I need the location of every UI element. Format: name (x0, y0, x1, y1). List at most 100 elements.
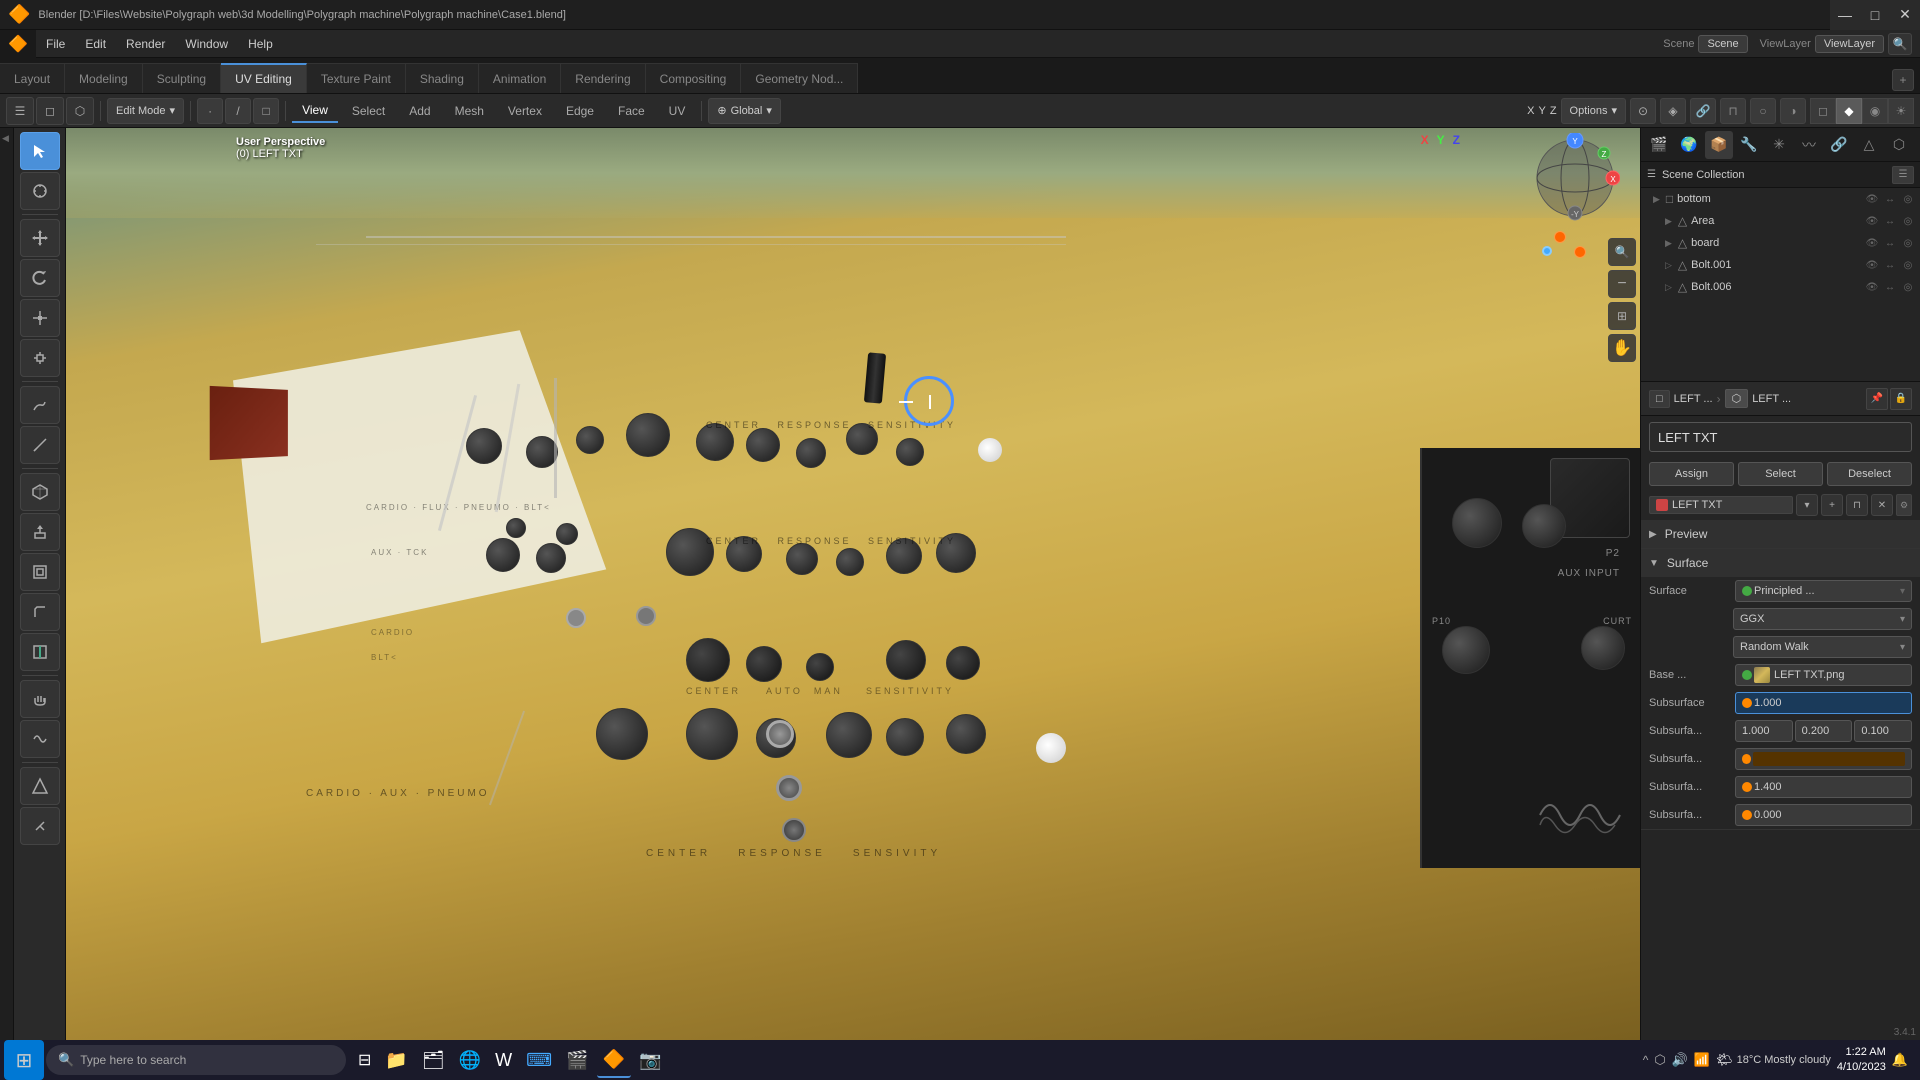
tab-geometry-nodes[interactable]: Geometry Nod... (741, 63, 858, 93)
clock-date[interactable]: 1:22 AM 4/10/2023 (1837, 1045, 1886, 1076)
mat-settings-btn[interactable]: ⚙ (1896, 494, 1912, 516)
vis-bolt001-1[interactable]: 👁 (1864, 257, 1880, 273)
task-view-btn[interactable]: ⊟ (352, 1042, 377, 1078)
rp-icon-material[interactable]: ⬡ (1885, 131, 1913, 159)
rp-icon-particles[interactable]: ✳ (1765, 131, 1793, 159)
tool-toggle-btn[interactable]: ☰ (6, 97, 34, 125)
grab-view-btn[interactable]: ✋ (1608, 334, 1636, 362)
shading-wire-btn[interactable]: ◻ (1810, 98, 1836, 124)
subsurfa1-val3[interactable]: 0.100 (1854, 720, 1912, 742)
falloff-btn[interactable]: ○ (1750, 98, 1776, 124)
frame-btn[interactable]: ⊞ (1608, 302, 1636, 330)
surface-header[interactable]: ▼ Surface (1641, 549, 1920, 577)
tab-sculpting[interactable]: Sculpting (143, 63, 221, 93)
shading-mode-btn[interactable]: ◑ (1780, 98, 1806, 124)
tool-pointer[interactable] (20, 132, 60, 170)
mat-delete-btn[interactable]: ✕ (1871, 494, 1893, 516)
vscode-btn[interactable]: ⌨ (520, 1042, 558, 1078)
vis-bolt006-1[interactable]: 👁 (1864, 279, 1880, 295)
vis-board-1[interactable]: 👁 (1864, 235, 1880, 251)
outliner-item-board[interactable]: ▶ △ board 👁 ↔ ◎ (1641, 232, 1920, 254)
rp-icon-object[interactable]: 📦 (1705, 131, 1733, 159)
tool-inset[interactable] (20, 553, 60, 591)
tool-scale[interactable] (20, 299, 60, 337)
edge-select-btn[interactable]: / (225, 98, 251, 124)
outliner-item-bolt006[interactable]: ▷ △ Bolt.006 👁 ↔ ◎ (1641, 276, 1920, 298)
minimize-button[interactable]: — (1830, 0, 1860, 30)
tool-transform[interactable] (20, 339, 60, 377)
subsurface-value[interactable]: 1.000 (1735, 692, 1912, 714)
outliner-item-bottom[interactable]: ▶ □ bottom 👁 ↔ ◎ (1641, 188, 1920, 210)
options-btn[interactable]: Options ▾ (1561, 98, 1626, 124)
vis-bolt006-3[interactable]: ◎ (1900, 279, 1916, 295)
vis-icon-1[interactable]: 👁 (1864, 191, 1880, 207)
tab-layout[interactable]: Layout (0, 63, 65, 93)
mat-name-field[interactable]: LEFT TXT (1649, 496, 1793, 514)
start-button[interactable]: ⊞ (4, 1040, 44, 1080)
notification-btn[interactable]: 🔔 (1892, 1052, 1908, 1068)
file-explorer-btn[interactable]: 📁 (379, 1042, 413, 1078)
nav-uv[interactable]: UV (659, 99, 696, 123)
ggx-selector[interactable]: GGX ▾ (1733, 608, 1912, 630)
maximize-button[interactable]: □ (1860, 0, 1890, 30)
subsurfa1-val2[interactable]: 0.200 (1795, 720, 1853, 742)
nav-vertex[interactable]: Vertex (498, 99, 552, 123)
tool-annotate[interactable] (20, 386, 60, 424)
vert-select-btn[interactable]: · (197, 98, 223, 124)
lock-icon[interactable]: 🔒 (1890, 388, 1912, 410)
media-btn[interactable]: 🎬 (560, 1042, 594, 1078)
word-btn[interactable]: W (489, 1042, 518, 1078)
tab-compositing[interactable]: Compositing (646, 63, 742, 93)
select-button[interactable]: Select (1738, 462, 1823, 486)
search-icon-btn[interactable]: 🔍 (1888, 33, 1912, 55)
vis-area-3[interactable]: ◎ (1900, 213, 1916, 229)
tool-bevel[interactable] (20, 593, 60, 631)
vis-area-1[interactable]: 👁 (1864, 213, 1880, 229)
outliner-filter-btn[interactable]: ☰ (1892, 166, 1914, 184)
nav-add[interactable]: Add (399, 99, 440, 123)
tool-grab[interactable] (20, 680, 60, 718)
tool-snap[interactable] (20, 767, 60, 805)
tool-rotate[interactable] (20, 259, 60, 297)
shading-material-btn[interactable]: ◉ (1862, 98, 1888, 124)
vis-bolt001-3[interactable]: ◎ (1900, 257, 1916, 273)
vis-bolt001-2[interactable]: ↔ (1882, 257, 1898, 273)
extra-btn[interactable]: 📷 (633, 1042, 667, 1078)
random-walk-selector[interactable]: Random Walk ▾ (1733, 636, 1912, 658)
snap-toggle-btn[interactable]: 🔗 (1690, 98, 1716, 124)
tool-extrude[interactable] (20, 513, 60, 551)
menu-render[interactable]: Render (116, 30, 175, 58)
face-select-btn[interactable]: □ (253, 98, 279, 124)
gizmo-toggle-btn[interactable]: ◈ (1660, 98, 1686, 124)
zoom-out-btn[interactable]: − (1608, 270, 1636, 298)
mat-new-btn[interactable]: + (1821, 494, 1843, 516)
scene-selector[interactable]: Scene (1698, 35, 1747, 53)
tray-icon-network[interactable]: 📶 (1694, 1052, 1710, 1068)
tab-uv-editing[interactable]: UV Editing (221, 63, 307, 93)
tool-move[interactable] (20, 219, 60, 257)
nav-select[interactable]: Select (342, 99, 395, 123)
tray-icon-1[interactable]: ⬡ (1654, 1052, 1665, 1068)
nav-view[interactable]: View (292, 99, 338, 123)
menu-file[interactable]: File (36, 30, 75, 58)
vis-board-3[interactable]: ◎ (1900, 235, 1916, 251)
vis-area-2[interactable]: ↔ (1882, 213, 1898, 229)
overlay-toggle-btn[interactable]: ⊙ (1630, 98, 1656, 124)
menu-window[interactable]: Window (175, 30, 238, 58)
tab-animation[interactable]: Animation (479, 63, 561, 93)
vis-board-2[interactable]: ↔ (1882, 235, 1898, 251)
tool-ruler[interactable] (20, 426, 60, 464)
nav-edge[interactable]: Edge (556, 99, 604, 123)
collapse-arrow-icon[interactable]: ◀ (2, 134, 12, 144)
outliner-item-area[interactable]: ▶ △ Area 👁 ↔ ◎ (1641, 210, 1920, 232)
rp-icon-modifier[interactable]: 🔧 (1735, 131, 1763, 159)
blender-taskbar-btn[interactable]: 🔶 (597, 1042, 631, 1078)
vis-icon-2[interactable]: ↔ (1882, 191, 1898, 207)
tool-smooth[interactable] (20, 720, 60, 758)
proportional-btn[interactable]: ⊓ (1720, 98, 1746, 124)
close-button[interactable]: ✕ (1890, 0, 1920, 30)
folder-btn[interactable]: 🗂 (416, 1042, 451, 1078)
taskbar-search-bar[interactable]: 🔍 Type here to search (46, 1045, 346, 1075)
base-texture-value[interactable]: LEFT TXT.png (1735, 664, 1912, 686)
menu-help[interactable]: Help (238, 30, 283, 58)
